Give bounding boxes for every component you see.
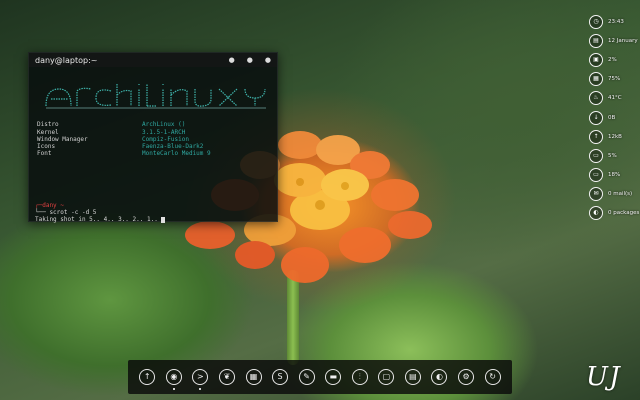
status-swap: ▭ 18% [589,166,640,185]
swap-icon: ▭ [589,168,603,183]
temperature-icon: ♨ [589,91,603,106]
dock-item-media[interactable]: ◐ [429,363,449,391]
maximize-button[interactable]: ● [247,56,253,64]
upload-icon: ↑ [589,129,603,144]
dock-item-skype[interactable]: S [270,363,290,391]
dock-item-mixer[interactable]: ⫶ [350,363,370,391]
prompt-line: ┌─dany ~ [35,202,271,209]
info-key: Icons [37,143,56,151]
status-text: 12kB [608,133,622,140]
running-indicator [172,388,175,390]
folder-dock-icon: ▬ [325,369,342,385]
status-text: 0 mail(s) [608,191,633,198]
info-row: Kernel 3.1.5-1-ARCH [37,129,271,136]
command-line: └── scrot -c -d 5 [35,209,271,216]
window-controls: ● ● ● [229,56,271,64]
prompt-user: ┌─dany ~ [35,201,64,209]
pencil-dock-icon: ✎ [298,369,315,385]
dock-item-leaf[interactable]: ❦ [217,363,237,391]
info-value: 3.1.5-1-ARCH [142,128,186,136]
download-icon: ↓ [589,110,603,125]
close-button[interactable]: ● [265,56,271,64]
status-text: 41°C [608,95,622,102]
status-text: 18% [608,172,621,179]
status-memory: ▦ 75% [589,70,640,89]
dock-item-folder[interactable]: ▬ [323,363,343,391]
cpu-icon: ▣ [589,52,603,67]
status-text: 5% [608,152,617,159]
clock-icon: ◷ [589,14,603,29]
dock-item-chat[interactable]: ▢ [376,363,396,391]
info-row: Distro ArchLinux () [37,121,271,128]
system-status-panel: ◷ 23:43 ▤ 12 January ▣ 2% ▦ 75% ♨ 41°C ↓… [589,12,640,221]
info-key: Distro [37,121,59,129]
dock: ↑ ◉ > ❦ ▦ S ✎ ▬ ⫶ ▢ ▤ ◐ ⚙ ↻ [128,360,512,394]
disk-icon: ▭ [589,148,603,163]
info-value: ArchLinux () [142,121,186,129]
status-upload: ↑ 12kB [589,127,640,146]
dock-item-update[interactable]: ↻ [483,363,503,391]
status-text: 0 packages [608,210,640,217]
status-text: 2% [608,56,617,63]
status-temperature: ♨ 41°C [589,89,640,108]
leaf-dock-icon: ❦ [218,369,235,385]
update-dock-icon: ↻ [484,369,501,385]
mixer-dock-icon: ⫶ [351,369,368,385]
command-output: Taking shot in 5.. 4.. 3.. 2.. 1.. [35,216,271,223]
output-text: Taking shot in 5.. 4.. 3.. 2.. 1.. [35,216,158,224]
terminal-titlebar[interactable]: dany@laptop:~ ● ● ● [29,53,277,67]
terminal-body[interactable]: Distro ArchLinux () Kernel 3.1.5-1-ARCH … [29,67,277,228]
status-mail: ✉ 0 mail(s) [589,185,640,204]
settings-dock-icon: ⚙ [458,369,475,385]
dock-item-apps[interactable]: ▦ [244,363,264,391]
info-row: Icons Faenza-Blue-Dark2 [37,143,271,150]
archlinux-ascii-logo [45,84,266,109]
chat-dock-icon: ▢ [378,369,395,385]
calendar-icon: ▤ [589,33,603,48]
system-info-table: Distro ArchLinux () Kernel 3.1.5-1-ARCH … [37,121,271,157]
status-text: 23:43 [608,18,624,25]
status-text: 0B [608,114,616,121]
status-download: ↓ 0B [589,108,640,127]
media-dock-icon: ◐ [431,369,448,385]
terminal-title: dany@laptop:~ [35,55,98,65]
dock-item-calculator[interactable]: ▤ [403,363,423,391]
info-value: Faenza-Blue-Dark2 [142,143,204,151]
dock-item-settings[interactable]: ⚙ [456,363,476,391]
dock-item-pencil[interactable]: ✎ [297,363,317,391]
status-text: 12 January [608,37,638,44]
info-key: Window Manager [37,135,88,143]
terminal-window[interactable]: dany@laptop:~ ● ● ● Distro ArchLinux () … [28,52,278,223]
running-indicator [199,388,202,390]
status-packages: ◐ 0 packages [589,204,640,223]
memory-icon: ▦ [589,72,603,87]
status-date: ▤ 12 January [589,31,640,50]
skype-dock-icon: S [272,369,289,385]
text-cursor [161,216,166,223]
status-disk: ▭ 5% [589,146,640,165]
info-key: Font [37,150,52,158]
info-key: Kernel [37,128,59,136]
info-value: Compiz-Fusion [142,135,189,143]
upload-dock-icon: ↑ [139,369,156,385]
package-icon: ◐ [589,206,603,221]
status-clock: ◷ 23:43 [589,12,640,31]
status-cpu: ▣ 2% [589,50,640,69]
apps-grid-dock-icon: ▦ [245,369,262,385]
minimize-button[interactable]: ● [229,56,235,64]
info-value: MonteCarlo Medium 9 [142,150,211,158]
terminal-dock-icon: > [192,369,209,385]
status-text: 75% [608,76,621,83]
info-row: Font MonteCarlo Medium 9 [37,150,271,157]
info-row: Window Manager Compiz-Fusion [37,136,271,143]
command-text: └── scrot -c -d 5 [35,209,97,217]
dock-item-browser[interactable]: ◉ [164,363,184,391]
browser-dock-icon: ◉ [165,369,182,385]
dock-item-terminal[interactable]: > [190,363,210,391]
mail-icon: ✉ [589,187,603,202]
calculator-dock-icon: ▤ [404,369,421,385]
dock-item-upload[interactable]: ↑ [137,363,157,391]
author-signature: UJ [586,362,622,392]
